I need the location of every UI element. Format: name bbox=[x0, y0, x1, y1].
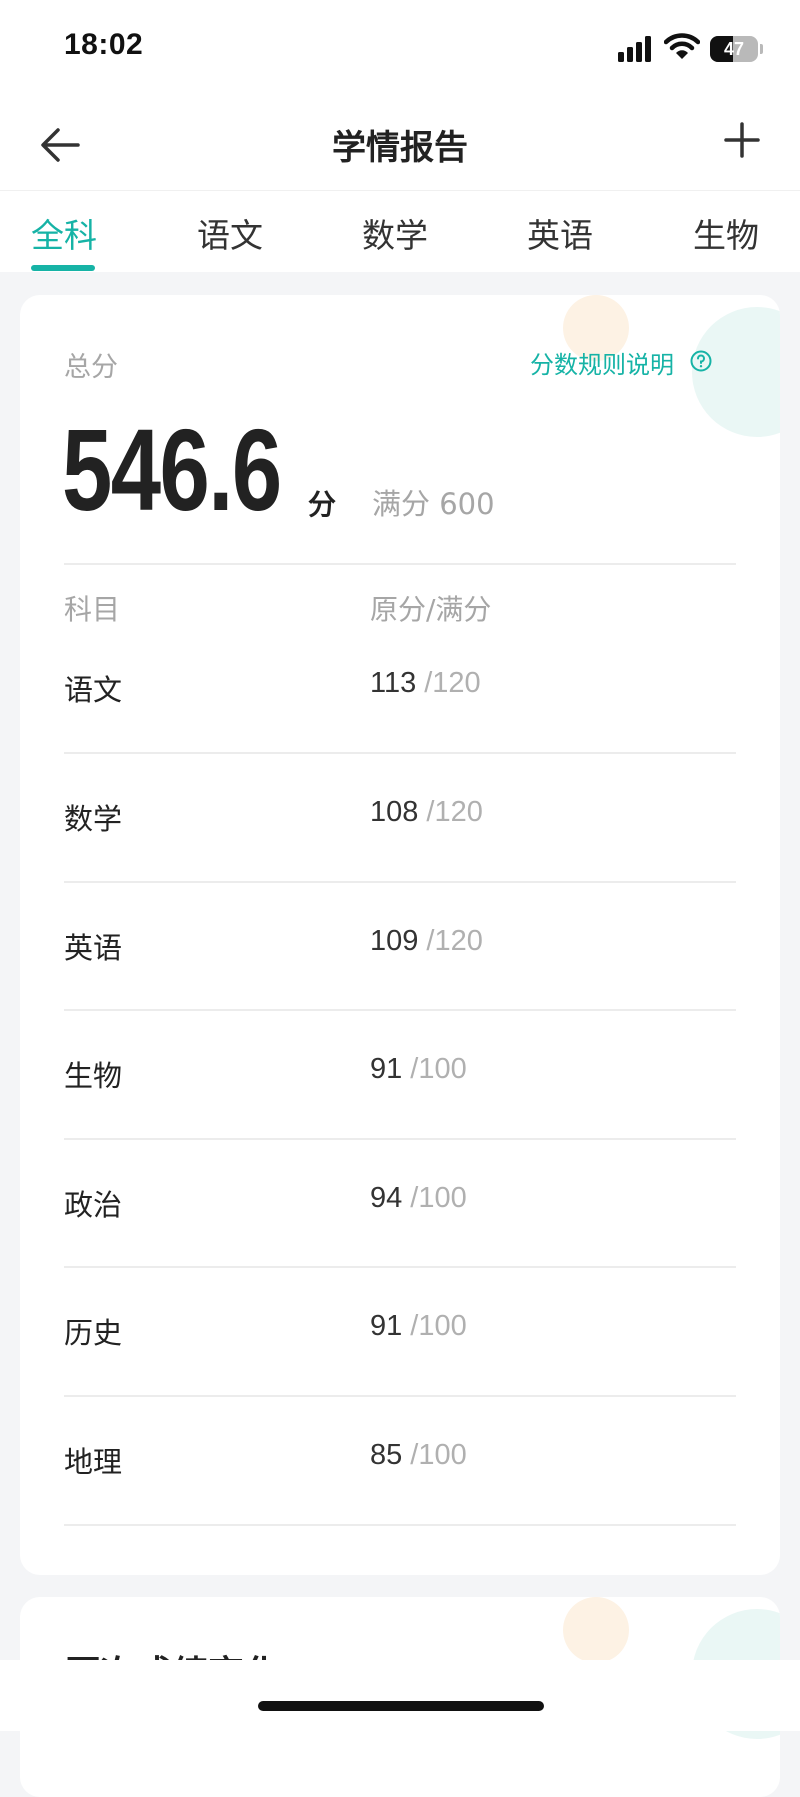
page-title: 学情报告 bbox=[332, 128, 468, 168]
tab-biology[interactable]: 生物 bbox=[693, 209, 759, 257]
divider bbox=[64, 752, 736, 754]
subject-name: 地理 bbox=[64, 1445, 123, 1479]
subject-name: 政治 bbox=[64, 1188, 123, 1222]
battery-nub bbox=[760, 44, 763, 54]
column-header-score: 原分/满分 bbox=[370, 593, 492, 626]
divider bbox=[64, 1138, 736, 1140]
tab-english[interactable]: 英语 bbox=[527, 209, 593, 257]
home-indicator[interactable] bbox=[258, 1701, 544, 1711]
total-score-value: 546.6 bbox=[62, 405, 282, 535]
signal-icon bbox=[618, 36, 651, 62]
full-mark: /100 bbox=[410, 1053, 467, 1085]
full-mark: /100 bbox=[410, 1439, 467, 1471]
table-row: 政治 94/100 bbox=[20, 1182, 780, 1310]
active-tab-indicator bbox=[31, 265, 95, 271]
score-rules-link[interactable]: 分数规则说明 bbox=[530, 345, 674, 380]
raw-score: 91 bbox=[370, 1053, 403, 1085]
table-row: 语文 113/120 bbox=[20, 667, 780, 795]
subject-tabs: 全科 语文 数学 英语 生物 bbox=[0, 190, 800, 272]
subject-name: 生物 bbox=[64, 1059, 123, 1093]
bottom-safe-area bbox=[0, 1660, 800, 1731]
raw-score: 109 bbox=[370, 925, 419, 957]
raw-score: 94 bbox=[370, 1182, 403, 1214]
subject-name: 语文 bbox=[64, 673, 123, 707]
full-mark: /120 bbox=[426, 925, 483, 957]
raw-score: 108 bbox=[370, 796, 419, 828]
full-score-text: 满分 600 bbox=[372, 487, 495, 521]
subject-score: 91/100 bbox=[370, 1053, 467, 1086]
table-row: 生物 91/100 bbox=[20, 1053, 780, 1181]
full-mark: /120 bbox=[426, 796, 483, 828]
score-summary-card: 总分 分数规则说明 546.6 分 满分 600 科目 原分/满分 语文 113… bbox=[20, 295, 780, 1575]
plus-icon[interactable] bbox=[722, 120, 762, 160]
raw-score: 91 bbox=[370, 1310, 403, 1342]
tab-chinese[interactable]: 语文 bbox=[197, 209, 263, 257]
full-mark: /100 bbox=[410, 1182, 467, 1214]
subject-name: 英语 bbox=[64, 931, 123, 965]
total-score-label: 总分 bbox=[64, 352, 118, 383]
battery-level-text: 47 bbox=[723, 39, 745, 59]
decorative-circle bbox=[692, 307, 780, 437]
subject-score: 91/100 bbox=[370, 1310, 467, 1343]
raw-score: 85 bbox=[370, 1439, 403, 1471]
total-score-unit: 分 bbox=[308, 488, 337, 521]
column-header-subject: 科目 bbox=[64, 593, 121, 626]
divider bbox=[64, 881, 736, 883]
divider bbox=[64, 1524, 736, 1526]
full-mark: /100 bbox=[410, 1310, 467, 1342]
wifi-icon bbox=[664, 33, 700, 59]
tab-all-subjects[interactable]: 全科 bbox=[31, 209, 97, 257]
status-bar: 18:02 47 bbox=[0, 0, 800, 100]
divider bbox=[64, 563, 736, 565]
subject-score: 85/100 bbox=[370, 1439, 467, 1472]
battery-icon: 47 bbox=[710, 36, 758, 62]
divider bbox=[64, 1009, 736, 1011]
table-row: 数学 108/120 bbox=[20, 796, 780, 924]
subject-name: 数学 bbox=[64, 802, 123, 836]
nav-bar: 学情报告 bbox=[0, 100, 800, 190]
full-mark: /120 bbox=[424, 667, 481, 699]
subject-score: 94/100 bbox=[370, 1182, 467, 1215]
table-row: 地理 85/100 bbox=[20, 1439, 780, 1567]
divider bbox=[64, 1395, 736, 1397]
decorative-circle bbox=[563, 1597, 629, 1663]
table-row: 英语 109/120 bbox=[20, 925, 780, 1053]
raw-score: 113 bbox=[370, 667, 417, 699]
table-row: 历史 91/100 bbox=[20, 1310, 780, 1438]
subject-score: 113/120 bbox=[370, 667, 481, 700]
subject-score: 109/120 bbox=[370, 925, 483, 958]
help-circle-icon[interactable] bbox=[690, 350, 712, 372]
subject-score: 108/120 bbox=[370, 796, 483, 829]
divider bbox=[64, 1266, 736, 1268]
tab-math[interactable]: 数学 bbox=[362, 209, 428, 257]
status-time: 18:02 bbox=[64, 28, 144, 61]
subject-name: 历史 bbox=[64, 1316, 123, 1350]
